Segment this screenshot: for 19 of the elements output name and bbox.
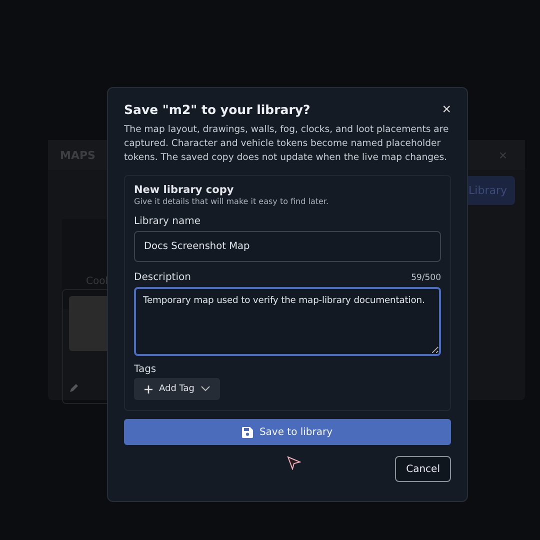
- field-label: Library name: [134, 216, 201, 227]
- character-counter: 59/500: [411, 273, 441, 283]
- dialog-title: Save "m2" to your library?: [124, 102, 310, 117]
- save-button[interactable]: Save to library: [124, 419, 451, 445]
- pencil-icon[interactable]: [69, 383, 79, 393]
- dialog-description: The map layout, drawings, walls, fog, clocks, and loot placements are captured. Character and vehicle tokens become named placeholder tokens. The saved copy does not update when the live map changes.: [124, 123, 450, 165]
- save-icon: [242, 426, 254, 438]
- add-tag-button[interactable]: Add Tag: [134, 378, 220, 400]
- section-subtitle: Give it details that will make it easy to find later.: [134, 197, 330, 206]
- section-title: New library copy: [134, 184, 235, 196]
- close-button[interactable]: ×: [442, 102, 451, 117]
- field-label: Description: [134, 272, 191, 283]
- plus-icon: [144, 384, 153, 394]
- cancel-button[interactable]: Cancel: [395, 456, 451, 482]
- chevron-down-icon: [200, 386, 210, 392]
- field-label: Tags: [134, 364, 158, 375]
- cursor-icon: [287, 456, 301, 470]
- name-field[interactable]: Docs Screenshot Map: [134, 231, 441, 262]
- description-field[interactable]: Temporary map used to verify the map-library documentation.: [134, 287, 441, 356]
